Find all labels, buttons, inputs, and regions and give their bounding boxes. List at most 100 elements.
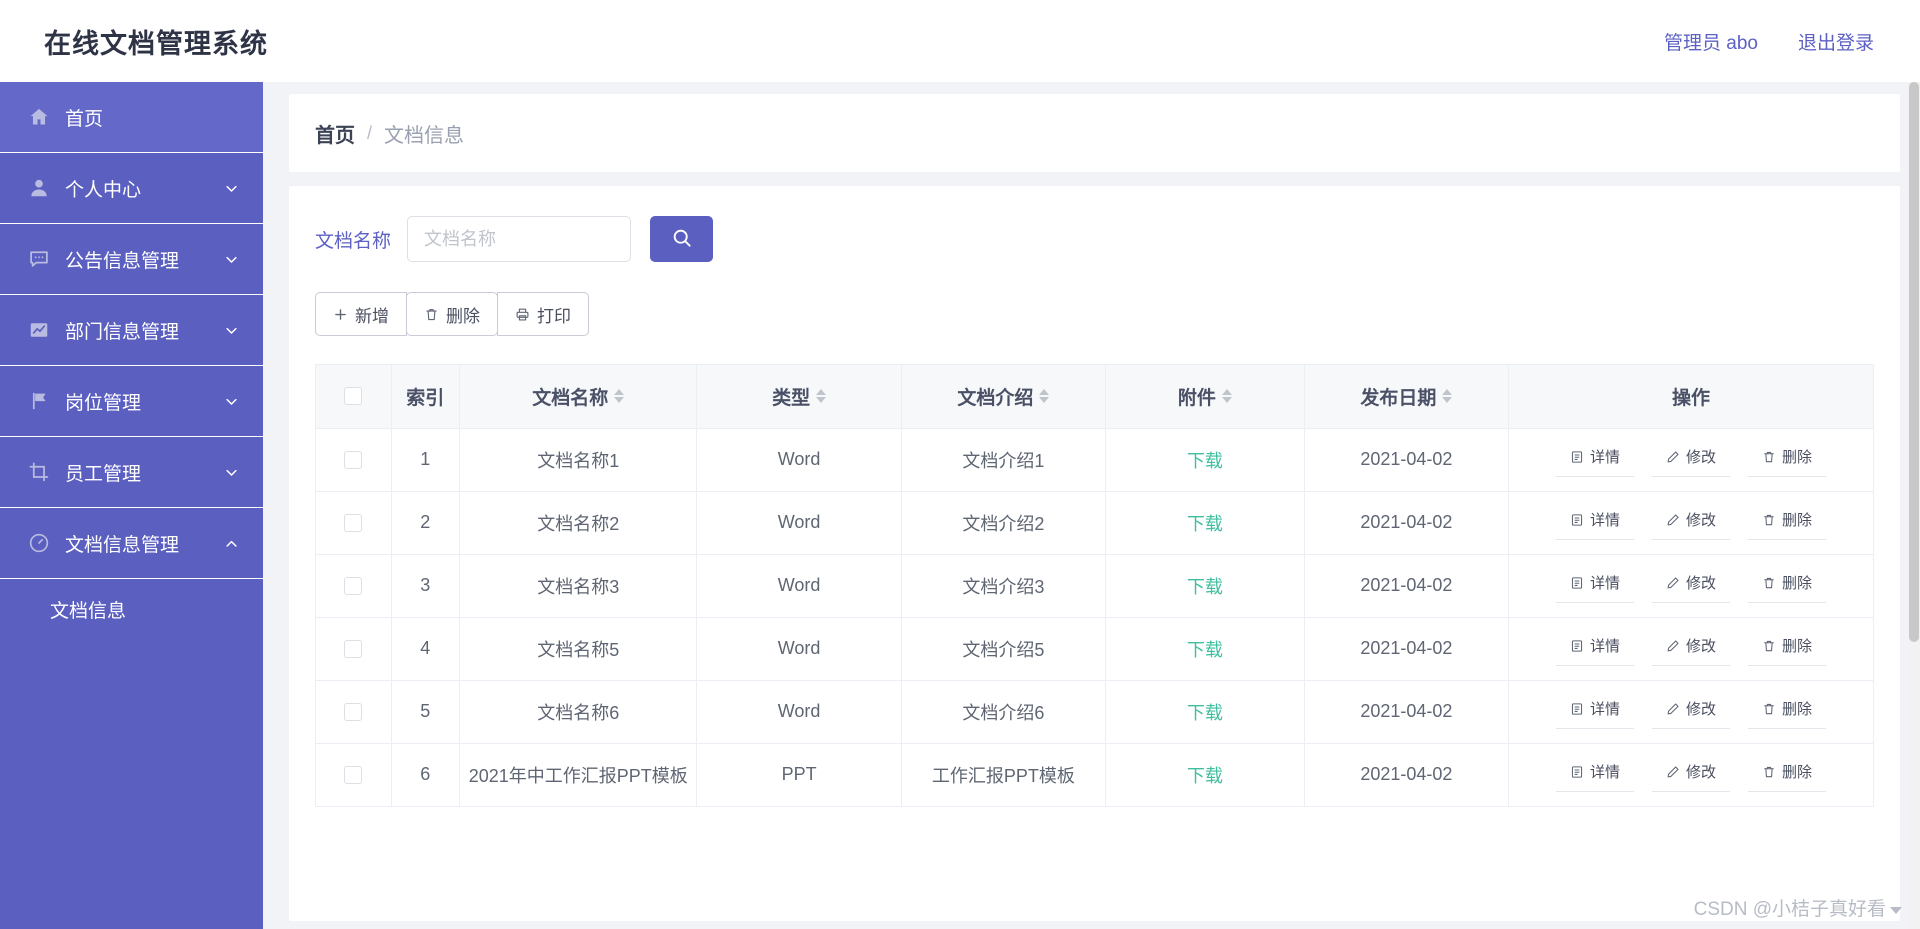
download-link[interactable]: 下载 — [1187, 766, 1223, 786]
sort-icon[interactable] — [614, 389, 625, 404]
edit-icon — [1666, 576, 1680, 590]
row-op-label: 详情 — [1590, 764, 1621, 781]
download-link[interactable]: 下载 — [1187, 577, 1223, 597]
watermark: CSDN @小桔子真好看 — [1694, 894, 1902, 921]
toolbar: 新增 删除 打印 — [315, 292, 1874, 336]
table-header-type[interactable]: 类型 — [696, 365, 902, 429]
search-input[interactable] — [407, 216, 632, 262]
print-button[interactable]: 打印 — [497, 292, 589, 336]
table-row: 6 2021年中工作汇报PPT模板 PPT 工作汇报PPT模板 下载 2021-04-02… — [316, 743, 1873, 807]
row-checkbox[interactable] — [344, 703, 363, 722]
flag-icon — [27, 389, 51, 413]
sidebar-item-label: 员工管理 — [65, 463, 142, 485]
logout-link[interactable]: 退出登录 — [1798, 28, 1874, 55]
row-op-label: 修改 — [1686, 701, 1717, 718]
scrollbar-thumb[interactable] — [1909, 82, 1919, 642]
table-header-attachment[interactable]: 附件 — [1105, 365, 1305, 429]
detail-icon — [1570, 639, 1584, 653]
sidebar-subitem-document-info[interactable]: 文档信息 — [0, 579, 263, 641]
row-op-删除[interactable]: 删除 — [1748, 568, 1827, 603]
row-select-cell — [316, 491, 392, 555]
chevron-down-icon[interactable] — [223, 180, 239, 196]
crop-icon — [27, 460, 51, 484]
row-op-详情[interactable]: 详情 — [1556, 631, 1635, 666]
sidebar-item-employee-management[interactable]: 员工管理 — [0, 437, 263, 508]
add-button[interactable]: 新增 — [315, 292, 407, 336]
trash-icon — [1762, 702, 1776, 716]
download-link[interactable]: 下载 — [1187, 451, 1223, 471]
table-header-name[interactable]: 文档名称 — [459, 365, 698, 429]
sidebar-item-document-management[interactable]: 文档信息管理 — [0, 508, 263, 579]
detail-icon — [1570, 702, 1584, 716]
print-button-label: 打印 — [537, 306, 571, 326]
column-label: 操作 — [1672, 387, 1711, 409]
row-op-修改[interactable]: 修改 — [1652, 505, 1731, 540]
row-checkbox[interactable] — [344, 514, 363, 533]
row-op-修改[interactable]: 修改 — [1652, 694, 1731, 729]
row-checkbox[interactable] — [344, 451, 363, 470]
row-operations: 详情 修改 删除 — [1508, 554, 1873, 618]
chevron-down-icon[interactable] — [223, 393, 239, 409]
sort-icon[interactable] — [1442, 389, 1453, 404]
breadcrumb-separator: / — [367, 122, 373, 143]
row-intro: 文档介绍3 — [901, 554, 1107, 618]
delete-button[interactable]: 删除 — [406, 292, 498, 336]
table-header-date[interactable]: 发布日期 — [1304, 365, 1510, 429]
row-op-详情[interactable]: 详情 — [1556, 568, 1635, 603]
row-op-删除[interactable]: 删除 — [1748, 442, 1827, 477]
row-intro: 工作汇报PPT模板 — [901, 743, 1107, 807]
select-all-checkbox[interactable] — [344, 387, 363, 406]
download-link[interactable]: 下载 — [1187, 514, 1223, 534]
download-link[interactable]: 下载 — [1187, 703, 1223, 723]
row-op-修改[interactable]: 修改 — [1652, 568, 1731, 603]
trash-icon — [1762, 576, 1776, 590]
breadcrumb-home[interactable]: 首页 — [315, 119, 355, 148]
sidebar-item-position-management[interactable]: 岗位管理 — [0, 366, 263, 437]
row-op-修改[interactable]: 修改 — [1652, 631, 1731, 666]
chevron-down-icon[interactable] — [223, 251, 239, 267]
trash-icon — [1762, 450, 1776, 464]
detail-icon — [1570, 513, 1584, 527]
row-op-详情[interactable]: 详情 — [1556, 505, 1635, 540]
row-type: Word — [696, 554, 902, 618]
row-checkbox[interactable] — [344, 640, 363, 659]
odometer-icon — [27, 531, 51, 555]
sidebar-item-department-management[interactable]: 部门信息管理 — [0, 295, 263, 366]
sort-icon[interactable] — [1039, 389, 1050, 404]
column-label: 附件 — [1177, 387, 1216, 409]
row-index: 6 — [391, 743, 461, 807]
sort-icon[interactable] — [816, 389, 827, 404]
row-type: Word — [696, 428, 902, 492]
sort-icon[interactable] — [1221, 389, 1232, 404]
row-operations: 详情 修改 删除 — [1508, 743, 1873, 807]
row-op-删除[interactable]: 删除 — [1748, 694, 1827, 729]
row-attachment: 下载 — [1105, 554, 1305, 618]
row-op-label: 修改 — [1686, 575, 1717, 592]
chevron-down-icon[interactable] — [223, 464, 239, 480]
download-link[interactable]: 下载 — [1187, 640, 1223, 660]
current-user-label[interactable]: 管理员 abo — [1664, 28, 1758, 55]
row-op-详情[interactable]: 详情 — [1556, 442, 1635, 477]
chevron-down-icon[interactable] — [223, 322, 239, 338]
row-checkbox[interactable] — [344, 766, 363, 785]
table-header-intro[interactable]: 文档介绍 — [901, 365, 1107, 429]
row-op-删除[interactable]: 删除 — [1748, 505, 1827, 540]
sidebar-item-notice-management[interactable]: 公告信息管理 — [0, 224, 263, 295]
row-op-修改[interactable]: 修改 — [1652, 442, 1731, 477]
row-op-删除[interactable]: 删除 — [1748, 757, 1827, 792]
column-label: 文档名称 — [532, 387, 609, 409]
search-button[interactable] — [650, 216, 714, 262]
table-header-row: 索引 文档名称 类型 文档介绍 附件 发布日期 操作 — [316, 365, 1873, 429]
row-op-删除[interactable]: 删除 — [1748, 631, 1827, 666]
row-op-修改[interactable]: 修改 — [1652, 757, 1731, 792]
row-op-详情[interactable]: 详情 — [1556, 694, 1635, 729]
edit-icon — [1666, 513, 1680, 527]
row-checkbox[interactable] — [344, 577, 363, 596]
sidebar-item-home[interactable]: 首页 — [0, 82, 263, 153]
row-op-详情[interactable]: 详情 — [1556, 757, 1635, 792]
add-button-label: 新增 — [355, 306, 389, 326]
chevron-up-icon[interactable] — [223, 535, 239, 551]
row-attachment: 下载 — [1105, 491, 1305, 555]
sidebar-item-personal-center[interactable]: 个人中心 — [0, 153, 263, 224]
page-scrollbar[interactable] — [1908, 82, 1920, 929]
